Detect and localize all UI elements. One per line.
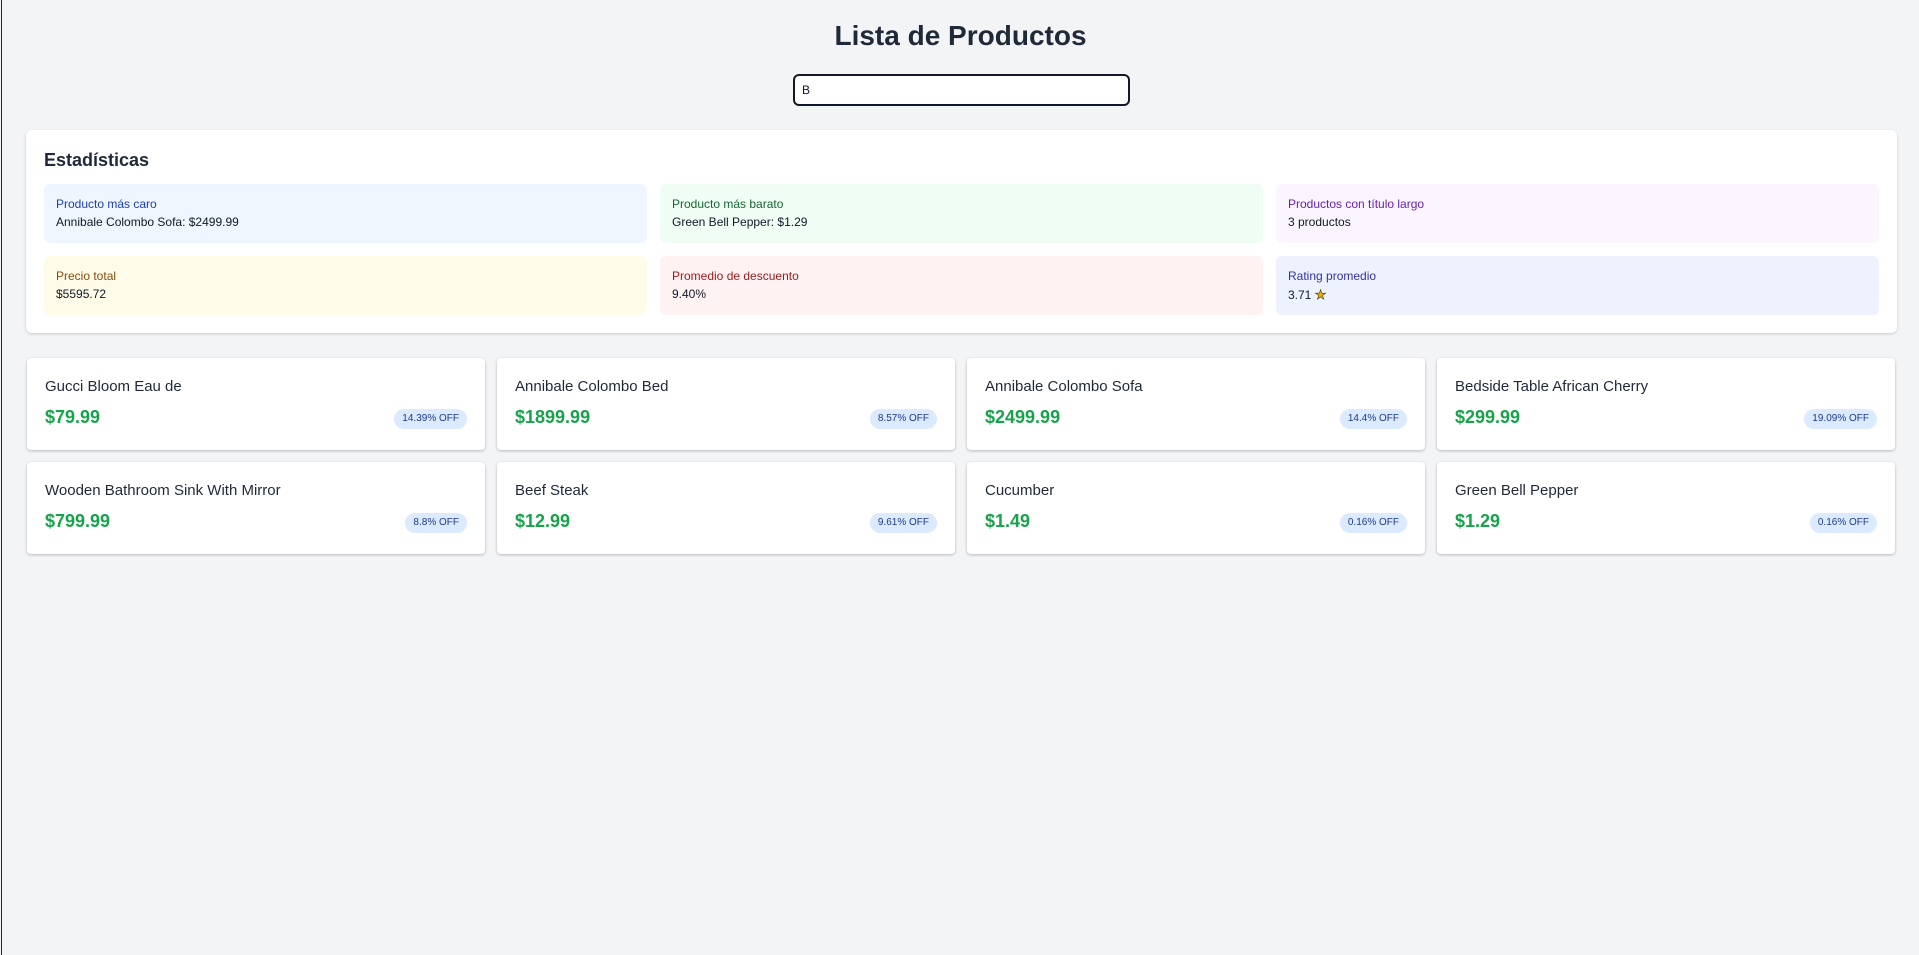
stat-value: Green Bell Pepper: $1.29 xyxy=(672,215,808,229)
discount-badge: 14.39% OFF xyxy=(394,409,467,429)
product-price: $1899.99 xyxy=(515,407,591,427)
stat-value-row: 3.71 ★ xyxy=(1288,287,1867,303)
product-card[interactable]: Annibale Colombo Sofa $2499.99 14.4% OFF xyxy=(967,358,1425,450)
stat-label: Producto más barato xyxy=(672,197,784,211)
product-price: $1.49 xyxy=(985,511,1031,531)
stat-value: 3 productos xyxy=(1288,215,1351,229)
discount-badge: 19.09% OFF xyxy=(1804,409,1877,429)
product-card[interactable]: Wooden Bathroom Sink With Mirror $799.99… xyxy=(27,462,485,554)
discount-badge: 0.16% OFF xyxy=(1339,513,1407,533)
search-input[interactable] xyxy=(793,74,1130,106)
stat-avg-discount: Promedio de descuento 9.40% xyxy=(660,256,1263,315)
product-price: $299.99 xyxy=(1455,407,1521,427)
product-price: $2499.99 xyxy=(985,407,1061,427)
product-price: $1.29 xyxy=(1455,511,1501,531)
product-name: Wooden Bathroom Sink With Mirror xyxy=(45,482,281,499)
discount-badge: 8.57% OFF xyxy=(869,409,937,429)
product-name: Bedside Table African Cherry xyxy=(1455,378,1649,395)
product-card[interactable]: Beef Steak $12.99 9.61% OFF xyxy=(497,462,955,554)
page-title: Lista de Productos xyxy=(834,20,1087,51)
discount-badge: 8.8% OFF xyxy=(405,513,467,533)
page: Lista de Productos Estadísticas Producto… xyxy=(1,0,1919,955)
product-card[interactable]: Green Bell Pepper $1.29 0.16% OFF xyxy=(1437,462,1895,554)
product-price: $79.99 xyxy=(45,407,101,427)
product-price: $799.99 xyxy=(45,511,111,531)
discount-badge: 9.61% OFF xyxy=(869,513,937,533)
stat-value: 3.71 xyxy=(1288,288,1312,302)
stat-value: Annibale Colombo Sofa: $2499.99 xyxy=(56,215,239,229)
stat-cheapest: Producto más barato Green Bell Pepper: $… xyxy=(660,184,1263,243)
product-name: Beef Steak xyxy=(515,482,589,499)
stat-label: Precio total xyxy=(56,269,117,283)
stat-label: Producto más caro xyxy=(56,197,157,211)
stat-label: Productos con título largo xyxy=(1288,197,1425,211)
stat-avg-rating: Rating promedio 3.71 ★ xyxy=(1276,256,1879,315)
stats-panel: Estadísticas Producto más caro Annibale … xyxy=(26,130,1897,333)
product-name: Annibale Colombo Bed xyxy=(515,378,669,395)
product-name: Cucumber xyxy=(985,482,1055,499)
stat-value: $5595.72 xyxy=(56,287,107,301)
product-card[interactable]: Gucci Bloom Eau de $79.99 14.39% OFF xyxy=(27,358,485,450)
product-grid: Gucci Bloom Eau de $79.99 14.39% OFF Ann… xyxy=(27,358,1897,554)
stat-value: 9.40% xyxy=(672,287,707,301)
product-card[interactable]: Annibale Colombo Bed $1899.99 8.57% OFF xyxy=(497,358,955,450)
discount-badge: 14.4% OFF xyxy=(1339,409,1407,429)
product-name: Gucci Bloom Eau de xyxy=(45,378,182,395)
stat-label: Rating promedio xyxy=(1288,269,1377,283)
stat-total-price: Precio total $5595.72 xyxy=(44,256,647,315)
stat-label: Promedio de descuento xyxy=(672,269,799,283)
stats-title: Estadísticas xyxy=(44,150,150,170)
star-icon: ★ xyxy=(1314,287,1327,303)
product-price: $12.99 xyxy=(515,511,571,531)
stat-long-titles: Productos con título largo 3 productos xyxy=(1276,184,1879,243)
product-name: Green Bell Pepper xyxy=(1455,482,1579,499)
product-card[interactable]: Bedside Table African Cherry $299.99 19.… xyxy=(1437,358,1895,450)
stat-most-expensive: Producto más caro Annibale Colombo Sofa:… xyxy=(44,184,647,243)
product-name: Annibale Colombo Sofa xyxy=(985,378,1143,395)
product-card[interactable]: Cucumber $1.49 0.16% OFF xyxy=(967,462,1425,554)
discount-badge: 0.16% OFF xyxy=(1809,513,1877,533)
